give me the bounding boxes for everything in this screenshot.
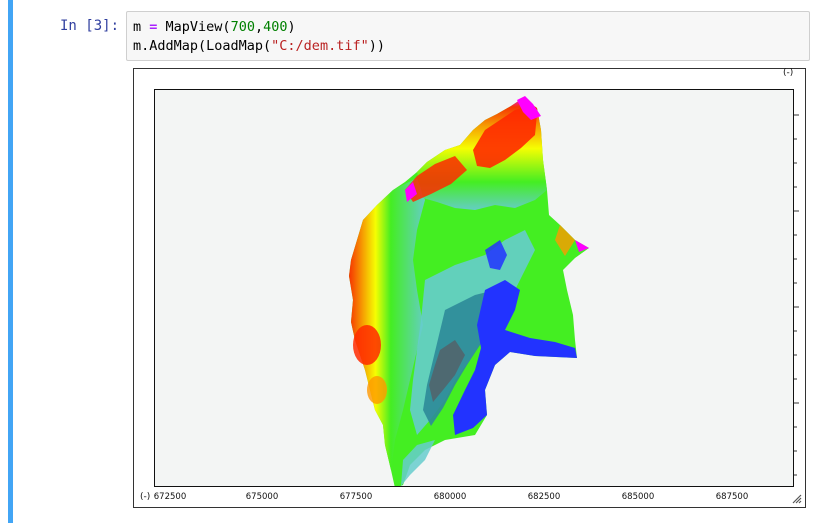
cell-selection-bar xyxy=(8,0,13,523)
resize-handle-icon[interactable] xyxy=(792,494,802,504)
x-tick-label: 677500 xyxy=(339,492,373,502)
code-paren: ) xyxy=(287,19,296,35)
code-string: "C:/dem.tif" xyxy=(271,38,369,54)
x-tick-label: 680000 xyxy=(433,492,467,502)
code-comma: , xyxy=(254,19,264,35)
code-input[interactable]: m = MapView(700,400) m.AddMap(LoadMap("C… xyxy=(126,11,810,61)
x-tick-label: 682500 xyxy=(527,492,561,502)
code-var: m xyxy=(133,19,150,35)
dem-raster xyxy=(349,96,589,486)
code-line-1: m = MapView(700,400) xyxy=(133,19,296,35)
code-function: MapView( xyxy=(157,19,231,35)
code-line-2: m.AddMap(LoadMap("C:/dem.tif")) xyxy=(133,38,385,54)
x-tick-label: 685000 xyxy=(621,492,655,502)
code-call: m.AddMap(LoadMap( xyxy=(133,38,272,54)
code-number-height: 400 xyxy=(263,19,288,35)
x-tick-label: 672500 xyxy=(153,492,187,502)
watershed-shape xyxy=(349,96,589,486)
y-axis-ticks xyxy=(794,114,799,476)
x-tick-label: 687500 xyxy=(715,492,749,502)
map-view[interactable] xyxy=(154,89,794,487)
cell-prompt: In [3]: xyxy=(60,18,120,34)
code-number-width: 700 xyxy=(230,19,255,35)
code-paren: )) xyxy=(368,38,385,54)
corner-unit-label-top: (-) xyxy=(783,68,794,78)
x-tick-label: 675000 xyxy=(245,492,279,502)
corner-unit-label-left: (-) xyxy=(140,492,151,502)
